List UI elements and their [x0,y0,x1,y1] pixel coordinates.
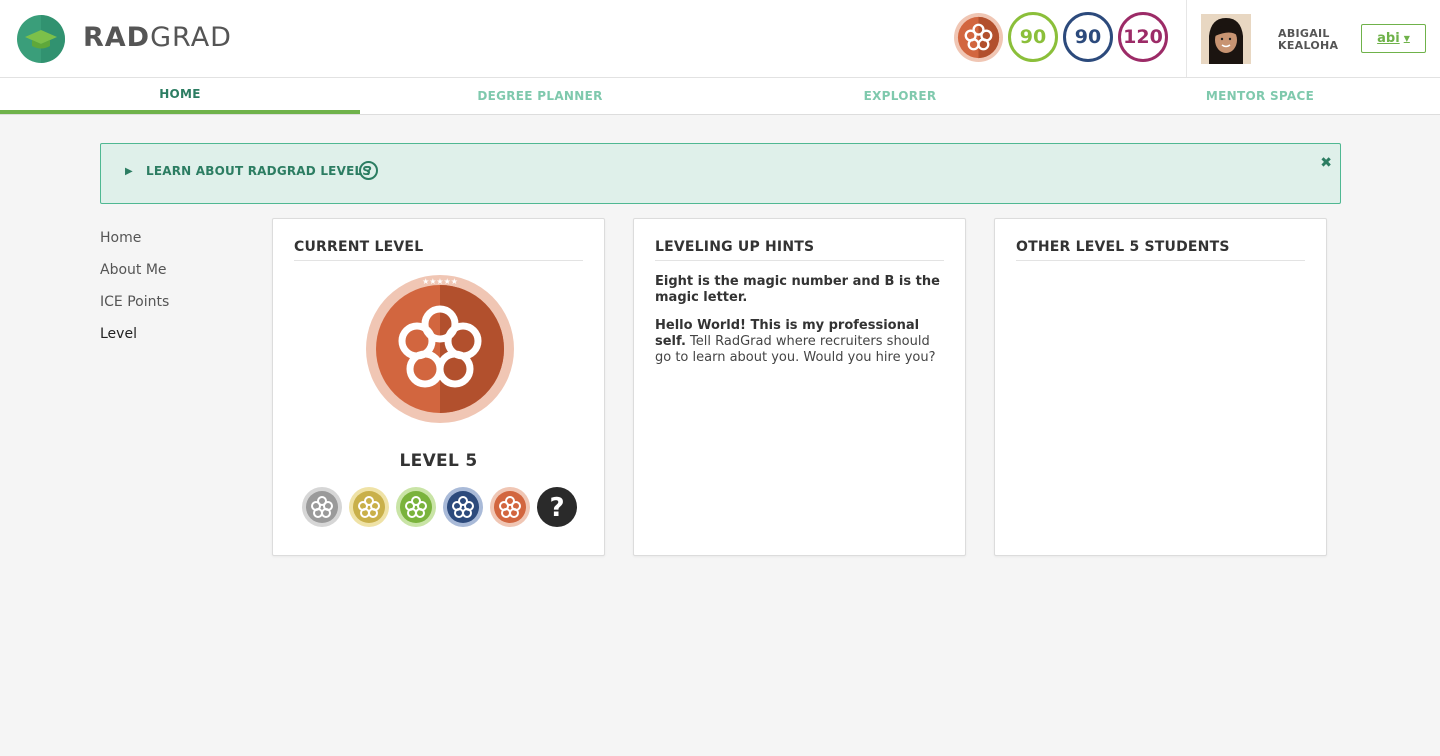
tab-mentor-space[interactable]: MENTOR SPACE [1080,78,1440,114]
radgrad-logo-icon[interactable] [17,15,65,63]
main-nav: HOME DEGREE PLANNER EXPLORER MENTOR SPAC… [0,78,1440,115]
innovation-points-value: 90 [1019,26,1047,48]
level-1-badge-icon [302,487,342,527]
sidebar-item-level[interactable]: Level [100,325,169,357]
unknown-level-badge-icon: ? [537,487,577,527]
brand-wordmark[interactable]: RADGRAD [83,22,232,53]
hint-text-1: Eight is the magic number and B is the m… [655,274,940,305]
sidebar-item-about-me[interactable]: About Me [100,261,169,293]
card-title: LEVELING UP HINTS [655,239,944,261]
brand-rad: RAD [83,22,151,53]
tab-explorer[interactable]: EXPLORER [720,78,1080,114]
tab-home[interactable]: HOME [0,78,360,114]
level-badge-icon[interactable] [954,13,1003,62]
sidebar-item-home[interactable]: Home [100,229,169,261]
svg-text:★★★★★: ★★★★★ [422,277,458,286]
level-3-badge-icon [396,487,436,527]
help-icon[interactable]: ? [359,161,378,180]
level-5-badge-small-icon [490,487,530,527]
levels-help-banner: ▶ LEARN ABOUT RADGRAD LEVELS ? ✖ [100,143,1341,204]
other-level-students-card: OTHER LEVEL 5 STUDENTS [994,218,1327,556]
card-title: OTHER LEVEL 5 STUDENTS [1016,239,1305,261]
experience-points-badge[interactable]: 120 [1118,12,1168,62]
caret-down-icon: ▼ [1403,34,1410,43]
user-name: ABIGAIL KEALOHA [1278,28,1338,52]
level-5-badge-icon: ★★★★★ [366,275,514,423]
home-sidebar: Home About Me ICE Points Level [100,229,169,357]
user-last-name: KEALOHA [1278,39,1339,52]
competency-points-badge[interactable]: 90 [1063,12,1113,62]
level-4-badge-icon [443,487,483,527]
close-icon[interactable]: ✖ [1320,155,1332,171]
brand-grad: GRAD [150,22,232,53]
user-photo-icon [1201,14,1251,64]
card-title: CURRENT LEVEL [294,239,583,261]
experience-points-value: 120 [1123,26,1163,48]
level-2-badge-icon [349,487,389,527]
leveling-up-hints-card: LEVELING UP HINTS Eight is the magic num… [633,218,966,556]
top-header: RADGRAD 90 90 120 ABIGAIL KEALOHA abi ▼ [0,0,1440,78]
tab-degree-planner[interactable]: DEGREE PLANNER [360,78,720,114]
hint-text-2-rest: Tell RadGrad where recruiters should go … [655,334,936,365]
current-level-label: LEVEL 5 [399,451,478,471]
level-badges-row: ? [302,487,577,527]
caret-right-icon[interactable]: ▶ [125,166,133,177]
current-level-card: CURRENT LEVEL ★★★★★ LEVEL 5 ? [272,218,605,556]
sidebar-item-ice-points[interactable]: ICE Points [100,293,169,325]
competency-points-value: 90 [1074,26,1102,48]
header-divider [1186,0,1187,77]
account-label: abi [1377,31,1400,46]
hint-text-2: Hello World! This is my professional sel… [655,318,945,366]
avatar[interactable] [1201,14,1251,64]
svg-text:?: ? [549,493,564,523]
innovation-points-badge[interactable]: 90 [1008,12,1058,62]
account-dropdown-button[interactable]: abi ▼ [1361,24,1426,53]
banner-toggle[interactable]: LEARN ABOUT RADGRAD LEVELS [146,164,371,178]
